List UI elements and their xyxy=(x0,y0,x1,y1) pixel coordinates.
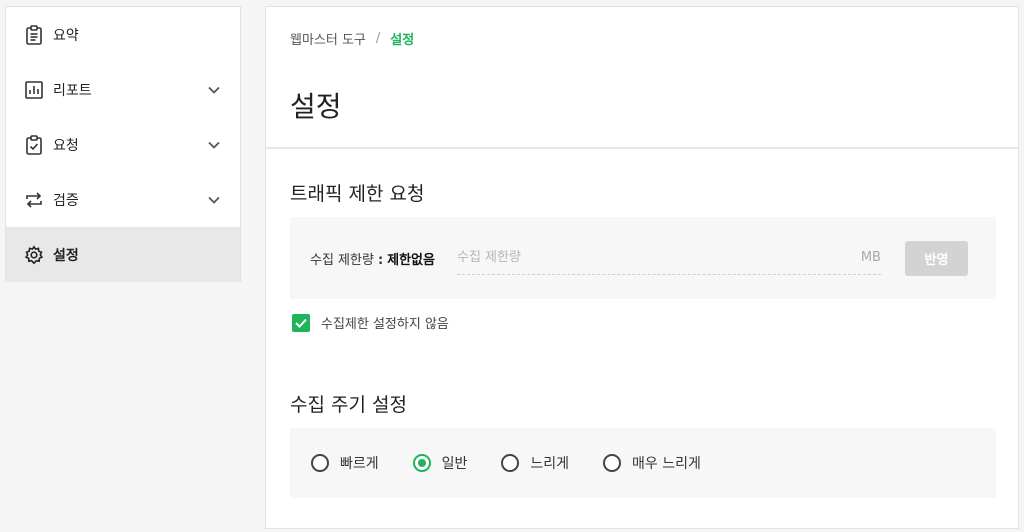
page-title: 설정 xyxy=(290,90,342,123)
sidebar-item-label: 검증 xyxy=(53,192,79,209)
limit-input-wrapper: MB xyxy=(456,241,881,275)
limit-value: 제한없음 xyxy=(387,252,435,268)
chevron-down-icon[interactable] xyxy=(207,193,221,207)
limit-status: 수집 제한량: 제한없음 xyxy=(310,249,435,268)
sidebar-item-label: 리포트 xyxy=(53,82,92,99)
radio-label: 빠르게 xyxy=(340,456,379,472)
sidebar-item-label: 설정 xyxy=(53,247,79,264)
sidebar-item-summary[interactable]: 요약 xyxy=(6,7,240,62)
sidebar-item-report[interactable]: 리포트 xyxy=(6,62,240,117)
apply-button[interactable]: 반영 xyxy=(904,240,968,276)
unit-label: MB xyxy=(860,250,881,265)
radio-normal[interactable] xyxy=(412,454,431,472)
radio-very-slow[interactable] xyxy=(603,454,622,472)
settings-panel: 웹마스터 도구 / 설정 설정 트래픽 제한 요청 수집 제한량:제한없음 MB… xyxy=(265,6,1019,529)
limit-colon: : xyxy=(377,252,384,268)
sidebar: 요약 리포트 요청 검증 설정 xyxy=(5,6,241,282)
crawl-cycle-options: 빠르게 일반 느리게 매우 느리게 xyxy=(290,428,996,498)
sidebar-item-label: 요청 xyxy=(53,137,79,154)
radio-label: 매우 느리게 xyxy=(632,456,701,472)
breadcrumb-separator: / xyxy=(375,31,381,46)
crawl-cycle-title: 수집 주기 설정 xyxy=(290,394,407,416)
checkmark-icon xyxy=(295,318,307,328)
chevron-down-icon[interactable] xyxy=(207,83,221,97)
radio-slow[interactable] xyxy=(501,454,520,472)
page-header: 웹마스터 도구 / 설정 설정 xyxy=(266,7,1018,149)
breadcrumb-current: 설정 xyxy=(390,33,415,48)
breadcrumb: 웹마스터 도구 / 설정 xyxy=(290,29,414,48)
traffic-limit-box: 수집 제한량:제한없음 MB 반영 xyxy=(290,217,996,299)
radio-label: 느리게 xyxy=(530,456,570,472)
limit-label: 수집 제한량 xyxy=(310,252,374,268)
bar-chart-icon xyxy=(24,80,44,100)
sidebar-item-request[interactable]: 요청 xyxy=(6,117,240,172)
swap-arrows-icon xyxy=(24,190,44,210)
no-limit-checkbox-row[interactable]: 수집제한 설정하지 않음 xyxy=(292,313,449,332)
radio-fast[interactable] xyxy=(311,454,329,472)
sidebar-item-settings[interactable]: 설정 xyxy=(6,227,240,282)
breadcrumb-parent[interactable]: 웹마스터 도구 xyxy=(290,29,366,48)
sidebar-item-label: 요약 xyxy=(53,27,79,44)
no-limit-checkbox-label: 수집제한 설정하지 않음 xyxy=(321,317,449,332)
radio-option-fast[interactable]: 빠르게 xyxy=(311,453,379,473)
limit-input[interactable] xyxy=(456,250,861,265)
sidebar-item-verify[interactable]: 검증 xyxy=(6,172,240,227)
gear-icon xyxy=(24,244,44,265)
radio-option-normal[interactable]: 일반 xyxy=(412,453,468,473)
no-limit-checkbox[interactable] xyxy=(292,313,310,332)
traffic-limit-title: 트래픽 제한 요청 xyxy=(290,183,425,205)
radio-label: 일반 xyxy=(441,456,468,472)
radio-option-slow[interactable]: 느리게 xyxy=(501,453,569,473)
clipboard-icon xyxy=(24,24,44,45)
chevron-down-icon[interactable] xyxy=(207,138,221,152)
clipboard-check-icon xyxy=(24,134,44,155)
radio-option-very-slow[interactable]: 매우 느리게 xyxy=(603,453,701,473)
